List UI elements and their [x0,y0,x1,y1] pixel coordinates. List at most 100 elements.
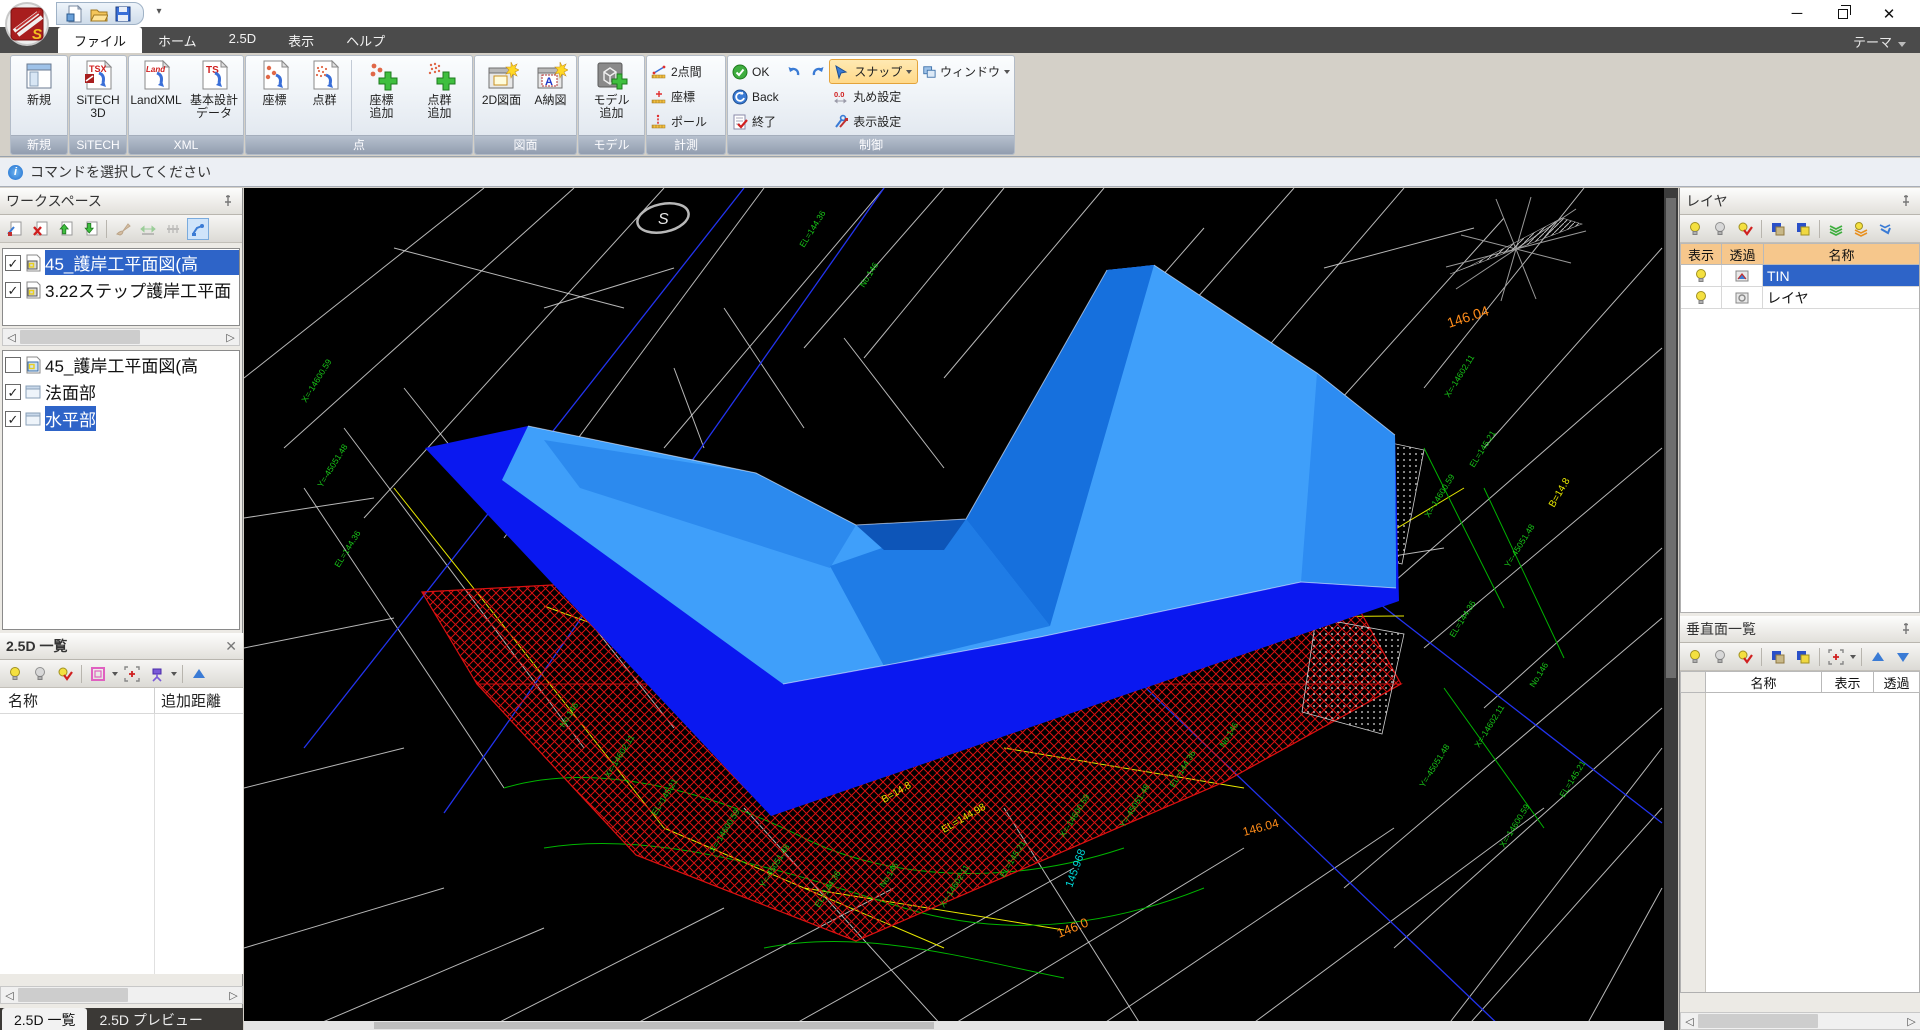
visibility-bulb-icon[interactable] [1693,290,1709,306]
scroll-thumb[interactable] [20,330,140,344]
vface-sort-down-button[interactable] [1892,646,1914,668]
cad-canvas[interactable]: X=-14600.59Y=-45051.48EL=144.36No.146X=-… [244,188,1664,1030]
zoom-to-button[interactable] [121,663,143,685]
add-model-button[interactable]: モデル 追加 [583,56,641,135]
layer-hide-button[interactable] [1709,218,1731,240]
window-menu-button[interactable]: ウィンドウ [918,59,1014,84]
add-coordinates-button[interactable]: 座標 追加 [353,56,411,135]
measure-two-points-button[interactable]: 2点間 [647,59,725,84]
tab-help[interactable]: ヘルプ [330,27,401,53]
drawing-list-hscrollbar[interactable]: ◁ ▷ [2,328,240,346]
canvas-hscrollbar[interactable] [244,1021,1664,1030]
tab-view[interactable]: 表示 [272,27,330,53]
workspace-paint-button[interactable] [112,218,134,240]
checkbox[interactable]: ✓ [5,384,21,400]
a-nozu-button[interactable]: A A納図 [527,56,575,135]
column-name[interactable]: 名称 [0,688,155,713]
scroll-right-icon[interactable]: ▷ [1903,1015,1920,1028]
vface-show-button[interactable] [1684,646,1706,668]
scroll-thumb[interactable] [1666,198,1676,678]
sort-up-button[interactable] [188,663,210,685]
column-transparency[interactable]: 透過 [1722,243,1764,265]
scroll-right-icon[interactable]: ▷ [225,989,242,1002]
vface-hide-button[interactable] [1709,646,1731,668]
scroll-left-icon[interactable]: ◁ [1,989,18,1002]
camera-view-button[interactable] [146,663,168,685]
show-selected-button[interactable] [54,663,76,685]
basic-design-data-button[interactable]: TS 基本設計 データ [185,56,243,135]
rounding-settings-button[interactable]: 0.0 丸め設定 [829,84,918,109]
layer-stack-button[interactable] [1825,218,1847,240]
column-visible[interactable]: 表示 [1822,671,1874,693]
vface-sort-up-button[interactable] [1867,646,1889,668]
close-icon[interactable]: ✕ [225,638,237,655]
scroll-left-icon[interactable]: ◁ [1681,1015,1698,1028]
new-file-button[interactable] [65,5,85,23]
transparency-icon[interactable] [1734,268,1750,284]
tab-home[interactable]: ホーム [142,27,213,53]
layer-row[interactable]: レイヤ [1681,287,1919,309]
save-button[interactable] [113,5,133,23]
layer-stack-show-button[interactable] [1850,218,1872,240]
layer-show-button[interactable] [1684,218,1706,240]
list-item[interactable]: ✓ 45_護岸工平面図(高 [3,249,239,276]
vface-show-selected-button[interactable] [1734,646,1756,668]
layer-show-selected-button[interactable] [1734,218,1756,240]
snap-dropdown-icon[interactable] [906,70,912,74]
list-item[interactable]: 45_護岸工平面図(高 [3,351,239,378]
workspace-delete-button[interactable] [29,218,51,240]
visibility-bulb-icon[interactable] [1693,268,1709,284]
add-point-cloud-button[interactable]: 点群 追加 [411,56,469,135]
column-distance[interactable]: 追加距離 [155,690,243,711]
column-name[interactable]: 名称 [1706,671,1822,693]
vface-dropdown-icon[interactable] [1850,655,1856,659]
measure-pole-button[interactable]: ポール [647,109,725,134]
column-name[interactable]: 名称 [1764,243,1920,265]
workspace-edit-button[interactable] [4,218,26,240]
list-item[interactable]: ✓ 水平部 [3,405,239,432]
vface-zoom-button[interactable] [1825,646,1847,668]
landxml-button[interactable]: Land LandXML [129,56,183,135]
camera-dropdown-icon[interactable] [171,672,177,676]
scroll-right-icon[interactable]: ▷ [222,331,239,344]
pin-icon[interactable] [1898,621,1914,637]
layer-transparent-button[interactable] [1792,218,1814,240]
open-button[interactable] [89,5,109,23]
list-item[interactable]: ✓ 法面部 [3,378,239,405]
vface-transparent-button[interactable] [1792,646,1814,668]
panel-hscrollbar[interactable]: ◁ ▷ [0,986,243,1004]
restore-button[interactable] [1820,0,1866,27]
transparency-icon[interactable] [1734,290,1750,306]
3d-viewport[interactable]: X=-14600.59Y=-45051.48EL=144.36No.146X=-… [244,188,1664,1030]
redo-button[interactable] [807,60,829,82]
checkbox[interactable]: ✓ [5,255,21,271]
tab-25d-preview[interactable]: 2.5D プレビュー [87,1008,214,1030]
checkbox[interactable] [5,357,21,373]
workspace-alignment-button[interactable] [162,218,184,240]
theme-selector[interactable]: テーマ [1853,32,1906,51]
scroll-thumb[interactable] [18,988,128,1002]
minimize-button[interactable]: ─ [1774,0,1820,27]
workspace-move-up-button[interactable] [54,218,76,240]
tab-file[interactable]: ファイル [58,27,142,53]
workspace-structure-button[interactable] [187,218,209,240]
window-dropdown-icon[interactable] [1004,70,1010,74]
ok-button[interactable]: OK [728,59,783,84]
pin-icon[interactable] [1898,193,1914,209]
close-button[interactable]: ✕ [1866,0,1912,27]
scroll-thumb[interactable] [1698,1014,1818,1028]
snap-button[interactable]: スナップ [829,59,918,84]
layer-row[interactable]: TIN [1681,265,1919,287]
exit-button[interactable]: 終了 [728,109,783,134]
region-select-button[interactable] [87,663,109,685]
application-menu-button[interactable]: S [4,1,50,47]
sitech3d-import-button[interactable]: TSX SiTECH 3D [71,56,125,135]
coordinates-button[interactable]: 座標 [250,56,300,135]
display-settings-button[interactable]: 表示設定 [829,109,918,134]
checkbox[interactable]: ✓ [5,411,21,427]
region-dropdown-icon[interactable] [112,672,118,676]
checkbox[interactable]: ✓ [5,282,21,298]
right-hscrollbar[interactable]: ◁ ▷ [1680,1012,1920,1030]
list-item[interactable]: ✓ 3.22ステップ護岸工平面 [3,276,239,303]
vface-opaque-button[interactable] [1767,646,1789,668]
